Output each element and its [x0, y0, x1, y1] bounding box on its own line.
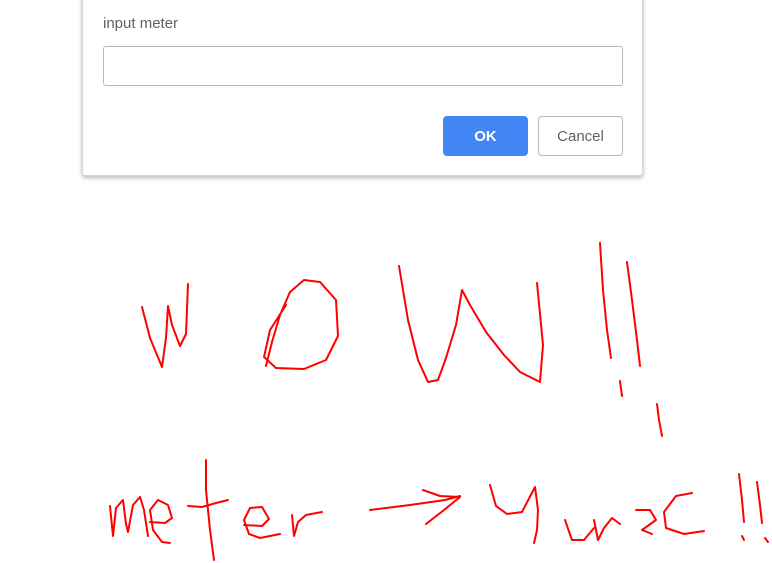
ink-stroke — [738, 473, 745, 523]
ink-stroke — [663, 492, 705, 535]
ink-stroke — [599, 242, 612, 359]
dialog-message: input meter — [103, 15, 179, 32]
ink-stroke — [626, 261, 641, 367]
ink-stroke — [149, 499, 173, 544]
ink-stroke — [291, 511, 323, 537]
ink-stroke — [109, 496, 149, 537]
ink-stroke — [205, 459, 215, 561]
ink-stroke — [741, 535, 745, 541]
ink-stroke — [398, 265, 544, 383]
ink-stroke — [756, 481, 763, 524]
prompt-dialog: input meter OK Cancel — [82, 0, 643, 176]
ink-stroke — [422, 489, 461, 525]
ok-button[interactable]: OK — [443, 116, 528, 156]
ink-stroke — [489, 484, 539, 544]
ink-stroke — [656, 403, 663, 437]
prompt-input[interactable] — [103, 46, 623, 86]
ink-stroke — [141, 283, 189, 368]
ink-stroke — [187, 499, 229, 508]
ink-stroke — [564, 519, 595, 541]
ink-stroke — [619, 380, 623, 397]
page: input meter OK Cancel — [0, 0, 772, 563]
ink-stroke — [593, 517, 621, 541]
ink-stroke — [243, 506, 281, 539]
ink-stroke — [635, 509, 657, 535]
ink-stroke — [263, 279, 339, 370]
ink-stroke — [764, 537, 769, 543]
ink-stroke — [369, 495, 461, 511]
cancel-button[interactable]: Cancel — [538, 116, 623, 156]
